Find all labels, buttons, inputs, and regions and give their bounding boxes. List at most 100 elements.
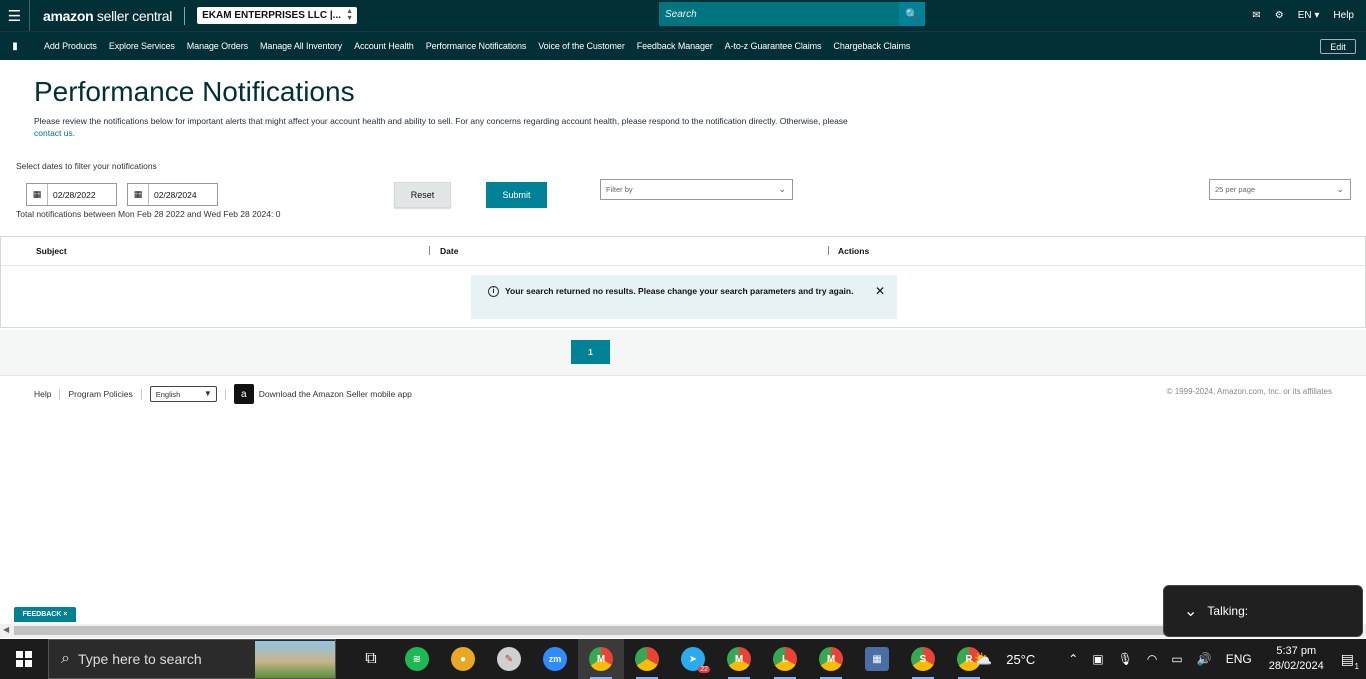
column-subject[interactable]: Subject [36, 246, 67, 256]
footer-language-value: English [155, 389, 181, 399]
spotify-icon[interactable]: ≋ [394, 639, 440, 679]
total-notifications: Total notifications between Mon Feb 28 2… [16, 209, 281, 219]
language-label: EN [1297, 10, 1312, 21]
nav-manage-inventory[interactable]: Manage All Inventory [260, 41, 342, 51]
reset-button[interactable]: Reset [394, 182, 451, 208]
clock[interactable]: 5:37 pm 28/02/2024 [1269, 644, 1324, 674]
edit-nav-button[interactable]: Edit [1320, 39, 1356, 54]
nav-feedback-manager[interactable]: Feedback Manager [637, 41, 713, 51]
brand-bold: amazon [43, 7, 94, 24]
brand-divider [184, 6, 186, 25]
download-app-link[interactable]: Download the Amazon Seller mobile app [259, 389, 412, 399]
date-from-value: 02/28/2022 [53, 189, 96, 200]
top-bar: ☰ amazon seller central EKAM ENTERPRISES… [0, 0, 1366, 31]
close-icon[interactable]: ✕ [875, 284, 885, 298]
column-date[interactable]: Date [440, 246, 458, 256]
nav-performance-notifications[interactable]: Performance Notifications [426, 41, 527, 51]
weather-temp[interactable]: 25°C [1006, 652, 1035, 667]
filter-by-label: Filter by [606, 185, 633, 194]
nav-chargeback-claims[interactable]: Chargeback Claims [833, 41, 910, 51]
page-button-current[interactable]: 1 [571, 340, 610, 364]
chevron-down-icon[interactable]: ⌄ [1184, 601, 1197, 621]
contact-us-link[interactable]: contact us. [34, 128, 75, 138]
horizontal-scrollbar[interactable]: ◀ [0, 624, 1366, 638]
camera-icon[interactable]: ▣ [1092, 652, 1103, 666]
chrome-profile-m3-icon[interactable]: M [808, 639, 854, 679]
notification-count: 1 [1354, 661, 1359, 671]
telegram-icon[interactable]: ➤ 22 [670, 639, 716, 679]
table-header: Subject Date Actions [1, 237, 1365, 266]
search-icon: ⌕ [61, 650, 70, 667]
search-highlight-image [255, 641, 335, 678]
submit-button[interactable]: Submit [486, 182, 547, 208]
nav-voice-of-customer[interactable]: Voice of the Customer [538, 41, 625, 51]
nav-add-products[interactable]: Add Products [44, 41, 97, 51]
chrome-profile-l-icon[interactable]: L [762, 639, 808, 679]
zoom-icon[interactable]: zm [532, 639, 578, 679]
chevron-up-icon[interactable]: ⌃ [1068, 652, 1078, 666]
date-to-value: 02/28/2024 [154, 189, 197, 200]
chevron-down-icon: ⌄ [778, 184, 786, 194]
input-language[interactable]: ENG [1226, 652, 1252, 666]
date-from-field[interactable]: ▦ 02/28/2022 [26, 183, 117, 206]
brand-logo[interactable]: amazon seller central [43, 8, 172, 24]
footer-divider [224, 388, 226, 400]
talking-popup[interactable]: ⌄ Talking: [1163, 585, 1363, 637]
feedback-tab[interactable]: FEEDBACK × [14, 607, 76, 622]
per-page-select[interactable]: 25 per page ⌄ [1209, 179, 1351, 200]
nav-atoz-claims[interactable]: A-to-z Guarantee Claims [725, 41, 822, 51]
program-policies-link[interactable]: Program Policies [68, 389, 132, 399]
menu-icon[interactable]: ☰ [0, 0, 30, 31]
task-view-icon[interactable]: ⧉ [348, 639, 394, 679]
chrome-profile-m2-icon[interactable]: M [716, 639, 762, 679]
speaker-icon[interactable]: 🔊 [1197, 652, 1212, 666]
battery-icon[interactable]: ▭ [1171, 652, 1182, 666]
wifi-icon[interactable]: ◠ [1147, 652, 1157, 666]
taskbar-apps: ⧉ ≋ ● ✎ zm M ➤ 22 M L M ▦ S R [348, 639, 992, 679]
footer-help-link[interactable]: Help [34, 389, 51, 399]
weather-icon[interactable]: ⛅ [974, 650, 993, 668]
microphone-icon[interactable]: 🎙 [1118, 652, 1133, 666]
per-page-label: 25 per page [1215, 185, 1256, 194]
account-selector[interactable]: EKAM ENTERPRISES LLC |... ▲ ▼ [197, 7, 358, 24]
amazon-app-icon[interactable]: a [233, 384, 254, 404]
taskbar-search[interactable]: ⌕ Type here to search [48, 639, 336, 679]
column-divider [828, 246, 829, 255]
clock-date: 28/02/2024 [1268, 660, 1324, 672]
scrollbar-thumb[interactable] [14, 626, 1354, 635]
chevron-down-icon: ⌄ [1336, 184, 1344, 194]
date-to-field[interactable]: ▦ 02/28/2024 [127, 183, 218, 206]
search-input[interactable]: Search [659, 2, 899, 26]
brand-sub: seller central [93, 7, 173, 24]
calculator-icon[interactable]: ▦ [854, 639, 900, 679]
chrome-profile-s-icon[interactable]: S [900, 639, 946, 679]
nav-manage-orders[interactable]: Manage Orders [187, 41, 248, 51]
no-results-alert: i Your search returned no results. Pleas… [471, 275, 897, 319]
description-text: Please review the notifications below fo… [34, 116, 848, 126]
no-results-message: Your search returned no results. Please … [505, 286, 854, 296]
footer-language-select[interactable]: English ▼ [149, 386, 217, 402]
chrome-icon[interactable] [624, 639, 670, 679]
pagination: 1 [0, 330, 1366, 376]
help-link[interactable]: Help [1333, 10, 1354, 21]
nav-explore-services[interactable]: Explore Services [109, 41, 175, 51]
chrome-profile-m-icon[interactable]: M [578, 639, 624, 679]
scroll-left-arrow-icon[interactable]: ◀ [3, 625, 9, 634]
paint-app-icon[interactable]: ✎ [486, 639, 532, 679]
clock-time: 5:37 pm [1276, 645, 1317, 657]
search-button[interactable]: 🔍 [899, 2, 925, 26]
windows-start-button[interactable] [0, 639, 48, 679]
gear-icon[interactable]: ⚙ [1275, 10, 1284, 21]
language-selector[interactable]: EN ▾ [1298, 10, 1320, 21]
notifications-icon[interactable]: ▤ 1 [1341, 651, 1359, 671]
top-right-controls: ✉ ⚙ EN ▾ Help [1252, 0, 1354, 31]
app-character-icon[interactable]: ● [440, 639, 486, 679]
column-divider [429, 246, 430, 255]
filter-by-select[interactable]: Filter by ⌄ [600, 179, 793, 200]
nav-account-health[interactable]: Account Health [354, 41, 414, 51]
notifications-table: Subject Date Actions i Your search retur… [0, 236, 1366, 328]
footer: Help Program Policies English ▼ a Downlo… [34, 384, 412, 404]
bookmark-icon[interactable]: ▮ [0, 41, 30, 52]
copyright: © 1999-2024, Amazon.com, Inc. or its aff… [1166, 387, 1332, 396]
mail-icon[interactable]: ✉ [1252, 10, 1260, 21]
